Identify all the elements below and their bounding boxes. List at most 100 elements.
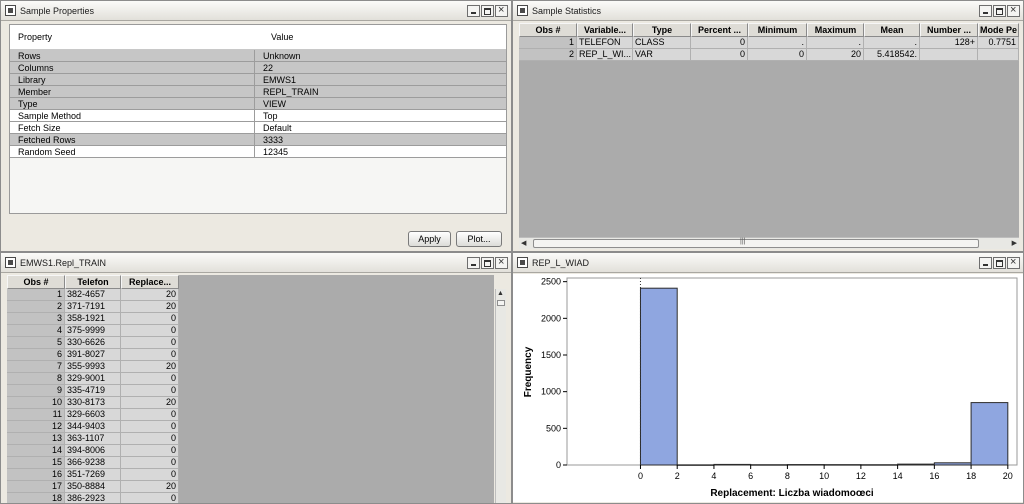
property-value: Unknown bbox=[255, 50, 506, 62]
property-row[interactable]: Rows Unknown bbox=[10, 50, 506, 62]
maximize-icon[interactable] bbox=[993, 256, 1006, 269]
sample-statistics-titlebar[interactable]: Sample Statistics bbox=[513, 1, 1023, 21]
y-tick-label: 1500 bbox=[541, 350, 561, 360]
table-cell: 0 bbox=[691, 37, 748, 49]
property-row[interactable]: Type VIEW bbox=[10, 98, 506, 110]
table-row[interactable]: 14 394-8006 0 bbox=[7, 445, 494, 457]
histogram-bar[interactable] bbox=[639, 287, 678, 466]
scroll-up-icon[interactable]: ▲ bbox=[497, 290, 504, 297]
table-row[interactable]: 8 329-9001 0 bbox=[7, 373, 494, 385]
table-row[interactable]: 16 351-7269 0 bbox=[7, 469, 494, 481]
column-header[interactable]: Mean bbox=[864, 23, 920, 37]
apply-button[interactable]: Apply bbox=[408, 231, 451, 247]
property-value[interactable]: 12345 bbox=[255, 146, 506, 158]
table-row[interactable]: 9 335-4719 0 bbox=[7, 385, 494, 397]
column-header[interactable]: Maximum bbox=[807, 23, 864, 37]
table-cell: 358-1921 bbox=[65, 313, 121, 325]
statistics-horizontal-scrollbar[interactable]: ◀ ||| ▶ bbox=[519, 237, 1019, 249]
table-row[interactable]: 5 330-6626 0 bbox=[7, 337, 494, 349]
table-row[interactable]: 1 382-4657 20 bbox=[7, 289, 494, 301]
maximize-icon[interactable] bbox=[481, 256, 494, 269]
table-row[interactable]: 13 363-1107 0 bbox=[7, 433, 494, 445]
table-row[interactable]: 2 REP_L_WI... VAR 0 0 20 5.418542. bbox=[519, 49, 1019, 61]
minimize-icon[interactable] bbox=[979, 4, 992, 17]
property-row[interactable]: Columns 22 bbox=[10, 62, 506, 74]
column-header[interactable]: Percent ... bbox=[691, 23, 748, 37]
property-value: 22 bbox=[255, 62, 506, 74]
sample-properties-titlebar[interactable]: Sample Properties bbox=[1, 1, 511, 21]
table-row[interactable]: 6 391-8027 0 bbox=[7, 349, 494, 361]
table-row[interactable]: 10 330-8173 20 bbox=[7, 397, 494, 409]
property-value[interactable]: Default bbox=[255, 122, 506, 134]
table-row[interactable]: 7 355-9993 20 bbox=[7, 361, 494, 373]
histogram-chart[interactable]: 0 2 4 6 8 10 12 14 16 18 20 0 500 1000 1500 2000 2500 Re… bbox=[513, 274, 1023, 502]
column-header[interactable]: Type bbox=[633, 23, 691, 37]
close-icon[interactable] bbox=[1007, 256, 1020, 269]
close-icon[interactable] bbox=[1007, 4, 1020, 17]
property-row[interactable]: Random Seed 12345 bbox=[10, 146, 506, 158]
histogram-bar[interactable] bbox=[786, 464, 825, 466]
window-title: EMWS1.Repl_TRAIN bbox=[20, 257, 107, 268]
histogram-bar[interactable] bbox=[970, 402, 1009, 466]
column-header[interactable]: Obs # bbox=[519, 23, 577, 37]
scroll-left-icon[interactable]: ◀ bbox=[521, 239, 526, 247]
table-row[interactable]: 1 TELEFON CLASS 0... 128+ 0.7751 bbox=[519, 37, 1019, 49]
table-row[interactable]: 15 366-9238 0 bbox=[7, 457, 494, 469]
property-row[interactable]: Fetch Size Default bbox=[10, 122, 506, 134]
table-titlebar[interactable]: EMWS1.Repl_TRAIN bbox=[1, 253, 511, 273]
table-row[interactable]: 11 329-6603 0 bbox=[7, 409, 494, 421]
scroll-thumb[interactable] bbox=[497, 300, 505, 306]
table-row[interactable]: 18 386-2923 0 bbox=[7, 493, 494, 503]
table-cell: 350-8884 bbox=[65, 481, 121, 493]
property-row[interactable]: Library EMWS1 bbox=[10, 74, 506, 86]
histogram-bar[interactable] bbox=[823, 464, 862, 466]
histogram-bar[interactable] bbox=[713, 463, 752, 466]
histogram-bar[interactable] bbox=[750, 464, 788, 466]
table-cell: 335-4719 bbox=[65, 385, 121, 397]
property-row[interactable]: Fetched Rows 3333 bbox=[10, 134, 506, 146]
statistics-icon bbox=[517, 5, 528, 16]
close-icon[interactable] bbox=[495, 256, 508, 269]
histogram-bar[interactable] bbox=[897, 463, 935, 466]
maximize-icon[interactable] bbox=[481, 4, 494, 17]
histogram-bar[interactable] bbox=[933, 462, 972, 466]
column-header[interactable]: Telefon bbox=[65, 275, 121, 289]
thumb-grip: ||| bbox=[740, 238, 746, 245]
property-value[interactable]: Top bbox=[255, 110, 506, 122]
maximize-icon[interactable] bbox=[993, 4, 1006, 17]
plot-button[interactable]: Plot... bbox=[456, 231, 502, 247]
table-row[interactable]: 4 375-9999 0 bbox=[7, 325, 494, 337]
column-header[interactable]: Obs # bbox=[7, 275, 65, 289]
table-cell: 0 bbox=[121, 325, 179, 337]
scroll-right-icon[interactable]: ▶ bbox=[1012, 239, 1017, 247]
minimize-icon[interactable] bbox=[979, 256, 992, 269]
minimize-icon[interactable] bbox=[467, 4, 480, 17]
table-row[interactable]: 12 344-9403 0 bbox=[7, 421, 494, 433]
table-cell: 9 bbox=[7, 385, 65, 397]
histogram-bar[interactable] bbox=[860, 464, 899, 466]
table-cell: 0 bbox=[121, 385, 179, 397]
histogram-titlebar[interactable]: REP_L_WIAD bbox=[513, 253, 1023, 273]
table-row[interactable]: 3 358-1921 0 bbox=[7, 313, 494, 325]
column-header[interactable]: Minimum bbox=[748, 23, 807, 37]
property-name: Rows bbox=[10, 50, 255, 62]
column-header[interactable]: Number ... bbox=[920, 23, 978, 37]
minimize-icon[interactable] bbox=[467, 256, 480, 269]
scroll-thumb[interactable]: ||| bbox=[533, 238, 979, 248]
column-header[interactable]: Mode Pe bbox=[978, 23, 1019, 37]
table-row[interactable]: 17 350-8884 20 bbox=[7, 481, 494, 493]
column-header[interactable]: Variable... bbox=[577, 23, 633, 37]
table-cell: 344-9403 bbox=[65, 421, 121, 433]
table-cell: 17 bbox=[7, 481, 65, 493]
property-row[interactable]: Member REPL_TRAIN bbox=[10, 86, 506, 98]
table-cell: 0 bbox=[121, 469, 179, 481]
table-cell: 0 bbox=[121, 433, 179, 445]
table-cell: 0 bbox=[121, 445, 179, 457]
histogram-bar[interactable] bbox=[676, 464, 715, 466]
table-vertical-scrollbar[interactable]: ▲ bbox=[495, 289, 506, 503]
table-row[interactable]: 2 371-7191 20 bbox=[7, 301, 494, 313]
property-row[interactable]: Sample Method Top bbox=[10, 110, 506, 122]
table-cell: 330-8173 bbox=[65, 397, 121, 409]
close-icon[interactable] bbox=[495, 4, 508, 17]
column-header[interactable]: Replace... bbox=[121, 275, 179, 289]
